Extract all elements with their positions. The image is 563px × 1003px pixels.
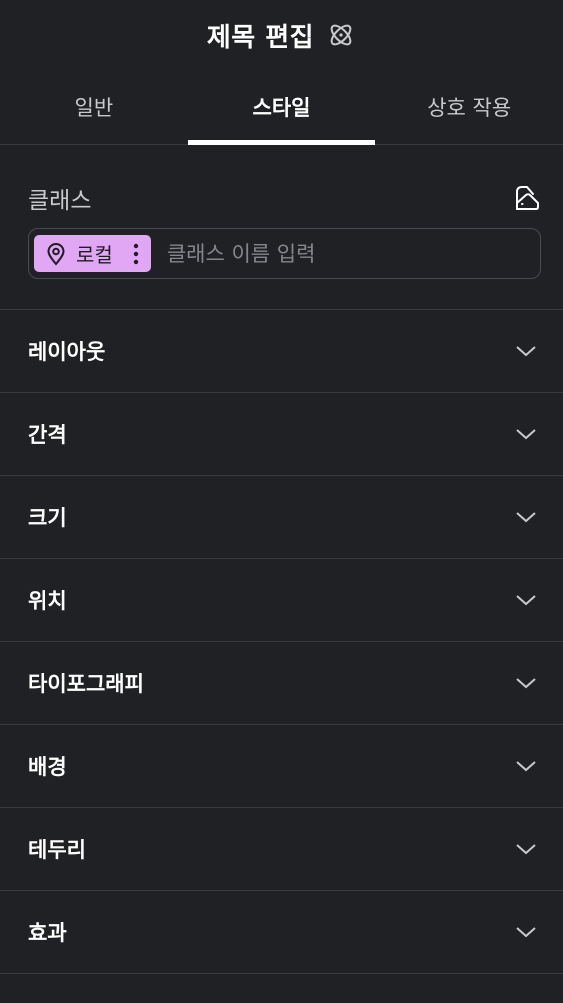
chevron-down-icon: [515, 427, 537, 441]
chevron-down-icon: [515, 842, 537, 856]
section-label: 타이포그래피: [28, 672, 144, 696]
tab-general[interactable]: 일반: [0, 70, 188, 144]
local-class-chip[interactable]: 로컬: [34, 235, 151, 272]
chevron-down-icon: [515, 593, 537, 607]
section-position[interactable]: 위치: [0, 559, 563, 642]
classes-section: 클래스 로컬: [0, 145, 563, 310]
chip-label: 로컬: [76, 243, 113, 267]
tab-general-label: 일반: [74, 96, 114, 120]
section-spacing[interactable]: 간격: [0, 393, 563, 476]
section-label: 간격: [28, 423, 67, 447]
classes-header: 클래스: [28, 181, 541, 215]
section-layout[interactable]: 레이아웃: [0, 310, 563, 393]
chevron-down-icon: [515, 344, 537, 358]
more-options-icon[interactable]: [125, 240, 147, 268]
section-label: 위치: [28, 589, 67, 613]
chevron-down-icon: [515, 510, 537, 524]
chevron-down-icon: [515, 759, 537, 773]
section-label: 배경: [28, 755, 67, 779]
tab-style[interactable]: 스타일: [187, 70, 376, 145]
panel-title: 제목 편집: [206, 22, 315, 53]
class-name-input[interactable]: [166, 241, 540, 266]
section-label: 테두리: [28, 838, 86, 862]
classes-label: 클래스: [28, 188, 92, 214]
chevron-down-icon: [515, 676, 537, 690]
section-label: 크기: [28, 506, 67, 530]
class-manager-icon[interactable]: [513, 184, 541, 212]
atom-icon: [326, 20, 356, 50]
chevron-down-icon: [515, 925, 537, 939]
class-selector: 로컬: [28, 228, 541, 279]
tab-interactions[interactable]: 상호 작용: [375, 70, 563, 144]
tab-bar: 일반 스타일 상호 작용: [0, 70, 563, 145]
section-border[interactable]: 테두리: [0, 808, 563, 891]
tab-style-label: 스타일: [252, 96, 311, 120]
section-label: 레이아웃: [28, 340, 106, 364]
tab-interactions-label: 상호 작용: [427, 96, 512, 120]
section-background[interactable]: 배경: [0, 725, 563, 808]
panel-header: 제목 편집: [0, 0, 563, 70]
section-effects[interactable]: 효과: [0, 891, 563, 974]
section-size[interactable]: 크기: [0, 476, 563, 559]
section-typography[interactable]: 타이포그래피: [0, 642, 563, 725]
location-pin-icon: [44, 242, 68, 266]
section-label: 효과: [28, 921, 67, 945]
